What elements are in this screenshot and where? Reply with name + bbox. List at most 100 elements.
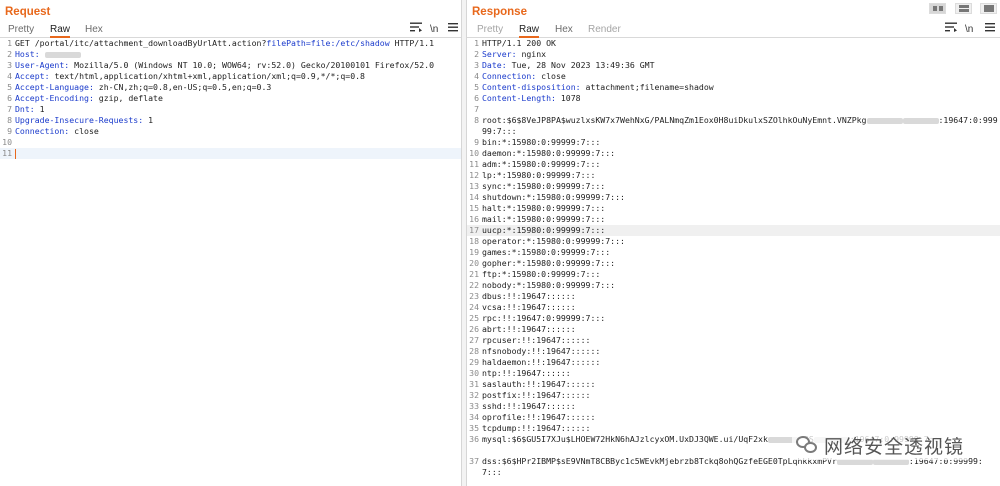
request-line[interactable]: 11	[0, 148, 461, 159]
line-content: Accept-Encoding: gzip, deflate	[15, 93, 459, 104]
code-text: gzip, deflate	[93, 93, 163, 103]
code-text: 1	[143, 115, 154, 125]
line-content: saslauth:!!:19647::::::	[482, 379, 998, 390]
watermark-text: 网络安全透视镜	[823, 435, 964, 458]
response-line[interactable]: 32 postfix:!!:19647::::::	[467, 390, 1000, 401]
request-line[interactable]: 7 Dnt: 1	[0, 104, 461, 115]
request-tab-raw[interactable]: Raw	[50, 22, 71, 38]
code-text: close	[69, 126, 99, 136]
request-tab-pretty[interactable]: Pretty	[8, 22, 34, 38]
response-line[interactable]: 33 sshd:!!:19647::::::	[467, 401, 1000, 412]
code-text: bin:*:15980:0:99999:7:::	[482, 137, 601, 147]
line-number: 5	[474, 82, 479, 92]
response-line[interactable]: 11 adm:*:15980:0:99999:7:::	[467, 159, 1000, 170]
response-editor[interactable]: 1 HTTP/1.1 200 OK 2 Server: nginx 3 Date: Tue…	[467, 38, 1000, 486]
code-text: halt:*:15980:0:99999:7:::	[482, 203, 606, 213]
layout-tabs-icon[interactable]	[980, 3, 997, 14]
code-text: rpcuser:!!:19647::::::	[482, 335, 591, 345]
response-line[interactable]: 14 shutdown:*:15980:0:99999:7:::	[467, 192, 1000, 203]
code-text: dss:$6$HPr2IBMP$sE9VNmT8CBByc1c5WEvkMjeb…	[482, 456, 837, 466]
code-text: operator:*:15980:0:99999:7:::	[482, 236, 625, 246]
line-number: 25	[469, 313, 479, 323]
redacted-text	[902, 117, 939, 124]
line-content: lp:*:15980:0:99999:7:::	[482, 170, 998, 181]
response-line[interactable]: 17 uucp:*:15980:0:99999:7:::	[467, 225, 1000, 236]
layout-stacked-icon[interactable]	[954, 3, 972, 14]
response-line[interactable]: 24 vcsa:!!:19647::::::	[467, 302, 1000, 313]
response-line[interactable]: 28 nfsnobody:!!:19647::::::	[467, 346, 1000, 357]
response-line[interactable]: 6 Content-Length: 1078	[467, 93, 1000, 104]
request-tab-hex[interactable]: Hex	[85, 22, 103, 38]
line-number: 19	[469, 247, 479, 257]
request-line[interactable]: 5 Accept-Language: zh-CN,zh;q=0.8,en-US;q…	[0, 82, 461, 93]
response-line[interactable]: 5 Content-disposition: attachment;filenam…	[467, 82, 1000, 93]
response-tab-pretty[interactable]: Pretty	[477, 22, 503, 38]
line-content: operator:*:15980:0:99999:7:::	[482, 236, 998, 247]
request-line[interactable]: 6 Accept-Encoding: gzip, deflate	[0, 93, 461, 104]
response-line[interactable]: 1 HTTP/1.1 200 OK	[467, 38, 1000, 49]
code-text: adm:*:15980:0:99999:7:::	[482, 159, 601, 169]
redacted-text	[44, 51, 81, 58]
response-line[interactable]: 21 ftp:*:15980:0:99999:7:::	[467, 269, 1000, 280]
response-line[interactable]: 26 abrt:!!:19647::::::	[467, 324, 1000, 335]
request-line[interactable]: 9 Connection: close	[0, 126, 461, 137]
line-number: 11	[2, 148, 12, 158]
code-text: shutdown:*:15980:0:99999:7:::	[482, 192, 625, 202]
response-tab-render[interactable]: Render	[588, 22, 621, 38]
header-name: Dnt:	[15, 104, 35, 114]
response-line[interactable]: 10 daemon:*:15980:0:99999:7:::	[467, 148, 1000, 159]
response-line[interactable]: 3 Date: Tue, 28 Nov 2023 13:49:36 GMT	[467, 60, 1000, 71]
line-number: 26	[469, 324, 479, 334]
request-options-icon[interactable]	[448, 22, 458, 38]
layout-side-by-side-icon[interactable]	[929, 3, 947, 14]
response-line[interactable]: 27 rpcuser:!!:19647::::::	[467, 335, 1000, 346]
response-line[interactable]: 15 halt:*:15980:0:99999:7:::	[467, 203, 1000, 214]
line-content: halt:*:15980:0:99999:7:::	[482, 203, 998, 214]
line-content: haldaemon:!!:19647::::::	[482, 357, 998, 368]
line-content: mail:*:15980:0:99999:7:::	[482, 214, 998, 225]
request-menu-icon[interactable]	[410, 22, 422, 38]
response-line[interactable]: 7	[467, 104, 1000, 115]
response-line[interactable]: 30 ntp:!!:19647::::::	[467, 368, 1000, 379]
header-name: Accept:	[15, 71, 50, 81]
response-line[interactable]: 19 games:*:15980:0:99999:7:::	[467, 247, 1000, 258]
response-line[interactable]: 8 root:$6$8VeJP8PA$wuzlxsKW7x7WehNxG/PALN…	[467, 115, 1000, 137]
line-number: 27	[469, 335, 479, 345]
request-line[interactable]: 3 User-Agent: Mozilla/5.0 (Windows NT 10.…	[0, 60, 461, 71]
response-line[interactable]: 23 dbus:!!:19647::::::	[467, 291, 1000, 302]
request-line[interactable]: 4 Accept: text/html,application/xhtml+xml…	[0, 71, 461, 82]
response-line[interactable]: 22 nobody:*:15980:0:99999:7:::	[467, 280, 1000, 291]
code-text: daemon:*:15980:0:99999:7:::	[482, 148, 616, 158]
response-line[interactable]: 12 lp:*:15980:0:99999:7:::	[467, 170, 1000, 181]
request-line[interactable]: 2 Host:	[0, 49, 461, 60]
code-text: postfix:!!:19647::::::	[482, 390, 591, 400]
request-line[interactable]: 10	[0, 137, 461, 148]
code-text: 1	[34, 104, 45, 114]
response-line[interactable]: 31 saslauth:!!:19647::::::	[467, 379, 1000, 390]
response-line[interactable]: 13 sync:*:15980:0:99999:7:::	[467, 181, 1000, 192]
response-tab-hex[interactable]: Hex	[555, 22, 573, 38]
request-line[interactable]: 8 Upgrade-Insecure-Requests: 1	[0, 115, 461, 126]
response-menu-icon[interactable]	[945, 22, 957, 38]
response-line[interactable]: 16 mail:*:15980:0:99999:7:::	[467, 214, 1000, 225]
line-number: 2	[474, 49, 479, 59]
line-content: bin:*:15980:0:99999:7:::	[482, 137, 998, 148]
code-text: zh-CN,zh;q=0.8,en-US;q=0.5,en;q=0.3	[93, 82, 272, 92]
response-tab-raw[interactable]: Raw	[519, 22, 540, 38]
response-options-icon[interactable]	[985, 22, 995, 38]
request-line[interactable]: 1 GET /portal/itc/attachment_downloadByUr…	[0, 38, 461, 49]
response-line[interactable]: 34 oprofile:!!:19647::::::	[467, 412, 1000, 423]
line-number: 6	[474, 93, 479, 103]
header-name: Content-disposition:	[482, 82, 581, 92]
response-line[interactable]: 29 haldaemon:!!:19647::::::	[467, 357, 1000, 368]
response-line[interactable]: 18 operator:*:15980:0:99999:7:::	[467, 236, 1000, 247]
response-newline-toggle[interactable]: \n	[965, 22, 973, 38]
header-name: Accept-Language:	[15, 82, 94, 92]
response-line[interactable]: 25 rpc:!!:19647:0:99999:7:::	[467, 313, 1000, 324]
response-line[interactable]: 20 gopher:*:15980:0:99999:7:::	[467, 258, 1000, 269]
response-line[interactable]: 2 Server: nginx	[467, 49, 1000, 60]
response-line[interactable]: 4 Connection: close	[467, 71, 1000, 82]
request-newline-toggle[interactable]: \n	[430, 22, 438, 38]
request-editor[interactable]: 1 GET /portal/itc/attachment_downloadByUr…	[0, 38, 461, 486]
response-line[interactable]: 9 bin:*:15980:0:99999:7:::	[467, 137, 1000, 148]
